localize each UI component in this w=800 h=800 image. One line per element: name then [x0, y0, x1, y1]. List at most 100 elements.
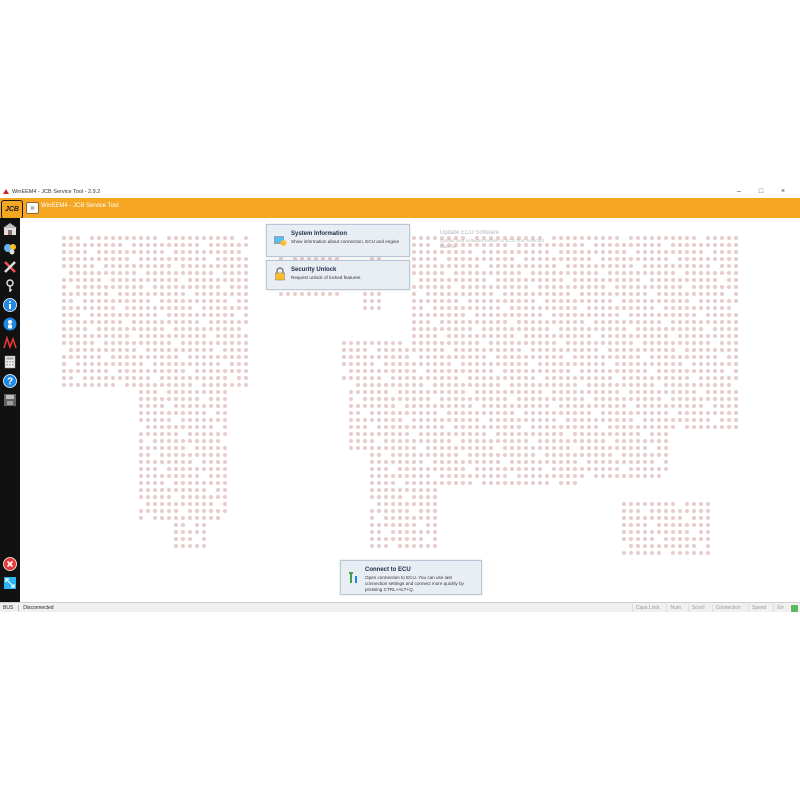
map-dot	[433, 327, 437, 331]
status-connection: Connection	[711, 604, 744, 612]
map-dot	[489, 425, 493, 429]
map-dot	[153, 481, 157, 485]
home-icon[interactable]: ▤	[26, 202, 39, 214]
map-dot	[237, 264, 241, 268]
map-dot	[195, 516, 199, 520]
map-dot	[62, 355, 66, 359]
tools-icon[interactable]	[3, 260, 17, 274]
map-dot	[195, 362, 199, 366]
map-dot	[622, 502, 626, 506]
map-dot	[566, 376, 570, 380]
map-dot	[489, 446, 493, 450]
map-dot	[692, 355, 696, 359]
map-dot	[174, 523, 178, 527]
map-dot	[76, 236, 80, 240]
map-dot	[181, 446, 185, 450]
map-dot	[377, 467, 381, 471]
map-dot	[384, 502, 388, 506]
map-dot	[552, 341, 556, 345]
map-dot	[62, 264, 66, 268]
signal-icon[interactable]	[3, 336, 17, 350]
close-button[interactable]: ×	[772, 188, 794, 195]
map-dot	[566, 425, 570, 429]
map-dot	[377, 348, 381, 352]
map-dot	[573, 334, 577, 338]
map-dot	[692, 551, 696, 555]
map-dot	[608, 404, 612, 408]
map-dot	[517, 355, 521, 359]
user-icon[interactable]	[3, 317, 17, 331]
maximize-button[interactable]: □	[750, 188, 772, 195]
map-dot	[734, 271, 738, 275]
map-dot	[342, 341, 346, 345]
map-dot	[468, 264, 472, 268]
map-dot	[132, 362, 136, 366]
map-dot	[223, 355, 227, 359]
map-dot	[195, 369, 199, 373]
minimize-button[interactable]: –	[728, 188, 750, 195]
exit-icon[interactable]	[3, 557, 17, 571]
map-dot	[335, 292, 339, 296]
map-dot	[545, 404, 549, 408]
map-dot	[419, 285, 423, 289]
map-dot	[482, 474, 486, 478]
system-information-button[interactable]: System Information Show information abou…	[266, 224, 410, 257]
key-icon[interactable]	[3, 279, 17, 293]
map-dot	[475, 264, 479, 268]
map-dot	[517, 376, 521, 380]
expand-icon[interactable]	[3, 576, 17, 590]
info-icon[interactable]	[3, 298, 17, 312]
map-dot	[209, 418, 213, 422]
map-dot	[524, 474, 528, 478]
map-dot	[475, 292, 479, 296]
map-dot	[195, 432, 199, 436]
map-dot	[608, 334, 612, 338]
map-dot	[475, 320, 479, 324]
map-dot	[188, 411, 192, 415]
map-dot	[489, 306, 493, 310]
map-dot	[153, 306, 157, 310]
map-dot	[195, 341, 199, 345]
map-dot	[83, 341, 87, 345]
connect-to-ecu-button[interactable]: Connect to ECU Open connection to ECU. Y…	[340, 560, 482, 595]
map-dot	[545, 355, 549, 359]
map-dot	[657, 446, 661, 450]
map-dot	[146, 509, 150, 513]
map-dot	[356, 383, 360, 387]
map-dot	[160, 446, 164, 450]
map-dot	[174, 411, 178, 415]
map-dot	[650, 425, 654, 429]
map-dot	[559, 243, 563, 247]
map-dot	[153, 509, 157, 513]
help-icon[interactable]: ?	[3, 374, 17, 388]
map-dot	[307, 292, 311, 296]
map-dot	[349, 355, 353, 359]
map-dot	[615, 460, 619, 464]
map-dot	[622, 369, 626, 373]
map-dot	[601, 446, 605, 450]
home-icon[interactable]	[3, 222, 17, 236]
window-controls: – □ ×	[728, 185, 794, 198]
map-dot	[713, 236, 717, 240]
map-dot	[608, 236, 612, 240]
map-dot	[174, 404, 178, 408]
map-dot	[685, 502, 689, 506]
map-dot	[538, 369, 542, 373]
map-dot	[601, 320, 605, 324]
map-dot	[412, 299, 416, 303]
security-unlock-button[interactable]: Security Unlock Request unlock of locked…	[266, 260, 410, 290]
map-dot	[503, 404, 507, 408]
save-icon[interactable]	[3, 393, 17, 407]
map-dot	[398, 362, 402, 366]
map-dot	[97, 334, 101, 338]
map-dot	[83, 243, 87, 247]
map-dot	[209, 327, 213, 331]
map-dot	[482, 285, 486, 289]
map-dot	[90, 313, 94, 317]
map-dot	[678, 537, 682, 541]
map-dot	[363, 383, 367, 387]
map-dot	[566, 439, 570, 443]
calculator-icon[interactable]	[3, 355, 17, 369]
map-dot	[510, 306, 514, 310]
modules-icon[interactable]	[3, 241, 17, 255]
